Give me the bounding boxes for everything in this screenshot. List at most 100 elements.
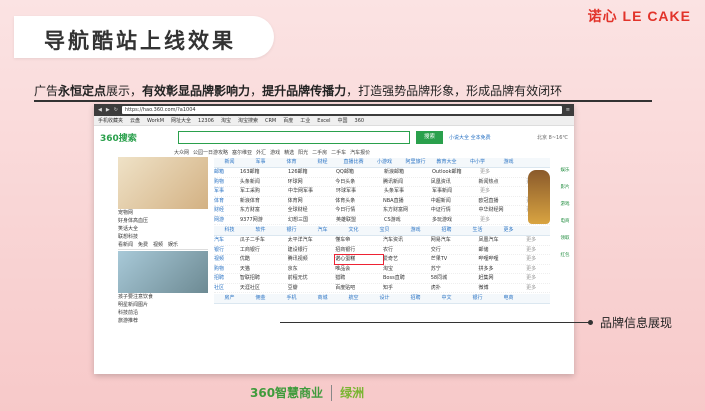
row-category[interactable]: 邮箱	[214, 168, 240, 177]
hot-search-link[interactable]: 外汇	[256, 149, 266, 156]
site-link[interactable]: 东方财富	[240, 206, 288, 215]
bookmark-link[interactable]: 手机收藏夹	[98, 117, 123, 124]
site-link[interactable]: CS游戏	[384, 216, 432, 225]
site-link[interactable]: 今日头条	[335, 178, 383, 187]
bottom-category[interactable]: 设计	[369, 294, 400, 303]
site-link[interactable]: 体育网	[288, 197, 336, 206]
site-link[interactable]: 猎聘	[335, 274, 383, 283]
site-link[interactable]: 唯品会	[335, 265, 383, 274]
right-sidebar-item[interactable]: 影片	[558, 179, 572, 196]
row-category[interactable]: 社区	[214, 284, 240, 293]
bookmark-link[interactable]: Excel	[317, 118, 330, 124]
site-link[interactable]: 拼多多	[478, 265, 526, 274]
hot-search-link[interactable]: 汽车报价	[350, 149, 370, 156]
hot-search-link[interactable]: 大众网	[174, 149, 189, 156]
site-link[interactable]: 中华财经网	[478, 206, 526, 215]
left-link[interactable]: 联想科技	[118, 233, 208, 241]
site-link[interactable]: 建设银行	[288, 246, 336, 255]
site-link[interactable]: NBA直播	[383, 197, 431, 206]
site-link[interactable]: 更多	[480, 187, 504, 196]
site-link[interactable]: 军工采购	[240, 187, 288, 196]
site-link[interactable]: 英雄联盟	[336, 216, 384, 225]
left-tab[interactable]: 娱乐	[168, 241, 178, 249]
site-link[interactable]: 太平洋汽车	[288, 236, 336, 245]
site-link[interactable]: 京东	[288, 265, 336, 274]
site-link[interactable]: 农行	[383, 246, 431, 255]
site-link[interactable]: 更多	[480, 168, 504, 177]
row-category[interactable]: 汽车	[214, 236, 240, 245]
site-link[interactable]: 交行	[431, 246, 479, 255]
section-tab[interactable]: 小游戏	[369, 158, 400, 167]
right-sidebar-item[interactable]: 娱乐	[558, 162, 572, 179]
teapot-banner[interactable]	[118, 157, 208, 209]
site-link[interactable]: 智联招聘	[240, 274, 288, 283]
forward-icon[interactable]: ▶	[106, 107, 110, 113]
site-link[interactable]: 多玩游戏	[432, 216, 480, 225]
site-link[interactable]: 更多	[526, 265, 550, 274]
bookmark-link[interactable]: 淘宝搜索	[238, 117, 258, 124]
site-link[interactable]: 头条军事	[384, 187, 432, 196]
site-link[interactable]: 更多	[480, 216, 504, 225]
site-link[interactable]: 凤凰资讯	[431, 178, 479, 187]
row-category[interactable]: 购物	[214, 265, 240, 274]
section-tab[interactable]: 新闻	[214, 158, 245, 167]
news-link[interactable]: 科技前沿	[118, 309, 208, 317]
section-tab[interactable]: 宝贝	[369, 226, 400, 235]
search-button[interactable]: 搜索	[416, 130, 444, 144]
right-sidebar-item[interactable]: 电商	[558, 213, 572, 230]
site-link[interactable]: 豆瓣	[288, 284, 336, 293]
row-category[interactable]: 视频	[214, 255, 240, 264]
bookmark-link[interactable]: CRM	[265, 118, 276, 124]
site-link[interactable]: 优酷	[240, 255, 288, 264]
site-link[interactable]: 全球财经	[288, 206, 336, 215]
section-tab[interactable]: 直播比赛	[338, 158, 369, 167]
right-sidebar-item[interactable]: 游戏	[558, 196, 572, 213]
left-tab[interactable]: 视频	[153, 241, 163, 249]
hot-search-link[interactable]: 公园一日游攻略	[193, 149, 228, 156]
hot-search-link[interactable]: 二手房	[312, 149, 327, 156]
site-link[interactable]: 邮储	[478, 246, 526, 255]
left-link[interactable]: 宠物网	[118, 209, 208, 217]
left-link[interactable]: 笑话大全	[118, 225, 208, 233]
site-link[interactable]: 虎扑	[431, 284, 479, 293]
site-link[interactable]: 126邮箱	[288, 168, 336, 177]
site-link[interactable]: 幻想三国	[288, 216, 336, 225]
left-link[interactable]: 好身体高血压	[118, 217, 208, 225]
site-link[interactable]: 环球军事	[336, 187, 384, 196]
site-link[interactable]: 欧冠直播	[478, 197, 526, 206]
refresh-icon[interactable]: ↻	[114, 107, 118, 113]
site-link[interactable]: 9377网游	[240, 216, 288, 225]
site-link[interactable]: 更多	[526, 284, 550, 293]
site-link[interactable]: 更多	[526, 246, 550, 255]
row-category[interactable]: 体育	[214, 197, 240, 206]
section-tab[interactable]: 生活	[462, 226, 493, 235]
site-link[interactable]: 中超新闻	[431, 197, 479, 206]
search-hint[interactable]: 小说大全 全本免费	[449, 134, 491, 141]
row-category[interactable]: 财经	[214, 206, 240, 215]
section-tab[interactable]: 文化	[338, 226, 369, 235]
site-link[interactable]: 凤凰汽车	[478, 236, 526, 245]
site-link[interactable]: 苏宁	[431, 265, 479, 274]
hot-search-link[interactable]: 阳光	[298, 149, 308, 156]
row-category[interactable]: 军事	[214, 187, 240, 196]
bottom-category[interactable]: 银行	[462, 294, 493, 303]
site-link[interactable]: 工商银行	[240, 246, 288, 255]
site-link[interactable]: 环球网	[288, 178, 336, 187]
news-photo[interactable]	[118, 251, 208, 293]
section-tab[interactable]: 软件	[245, 226, 276, 235]
site-link[interactable]: 中华网军事	[288, 187, 336, 196]
row-category[interactable]: 网游	[214, 216, 240, 225]
site-logo[interactable]: 360搜索	[100, 131, 172, 144]
site-link[interactable]: 天猫	[240, 265, 288, 274]
site-link[interactable]: 淘宝	[383, 265, 431, 274]
bottom-category[interactable]: 电商	[493, 294, 524, 303]
section-tab[interactable]: 银行	[276, 226, 307, 235]
bottom-category[interactable]: 招聘	[400, 294, 431, 303]
bottom-category[interactable]: 佣金	[245, 294, 276, 303]
row-category[interactable]: 银行	[214, 246, 240, 255]
game-ad-figure[interactable]	[528, 170, 550, 224]
hot-search-link[interactable]: 精选	[284, 149, 294, 156]
site-link[interactable]: QQ邮箱	[336, 168, 384, 177]
site-link[interactable]: 汽车资讯	[383, 236, 431, 245]
bookmark-link[interactable]: 12306	[198, 118, 214, 124]
